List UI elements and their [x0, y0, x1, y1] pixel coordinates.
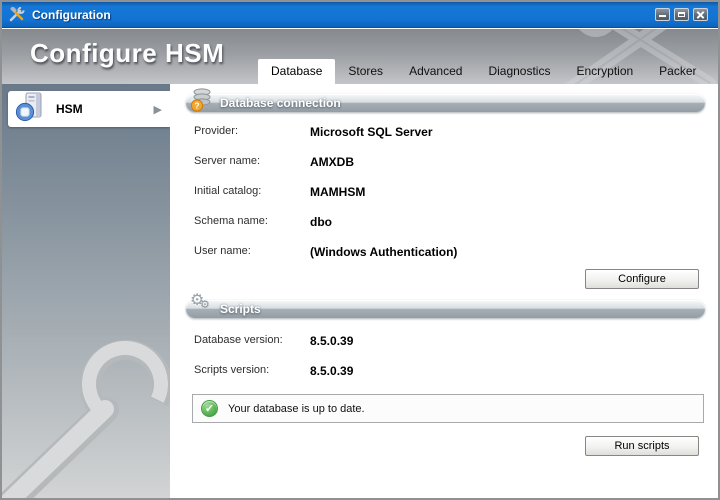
- header: Configure HSM Database Stores Advanced D…: [2, 29, 718, 84]
- tab-database[interactable]: Database: [258, 59, 335, 84]
- server-name-value: AMXDB: [310, 155, 354, 169]
- database-version-label: Database version:: [194, 334, 283, 346]
- maximize-button[interactable]: [674, 8, 689, 21]
- tab-advanced[interactable]: Advanced: [396, 59, 475, 84]
- check-circle-icon: ✓: [201, 400, 218, 417]
- status-message: Your database is up to date.: [228, 403, 365, 415]
- tab-encryption[interactable]: Encryption: [563, 59, 646, 84]
- field-row: Scripts version: 8.5.0.39: [170, 364, 718, 378]
- initial-catalog-label: Initial catalog:: [194, 185, 261, 197]
- minimize-button[interactable]: [655, 8, 670, 21]
- field-row: Provider: Microsoft SQL Server: [170, 125, 718, 139]
- minimize-icon: [659, 15, 666, 17]
- tab-diagnostics[interactable]: Diagnostics: [475, 59, 563, 84]
- main-panel: ? Database connection Provider: Microsof…: [170, 84, 718, 498]
- sidebar-item-hsm[interactable]: HSM ▶: [8, 91, 170, 127]
- schema-name-label: Schema name:: [194, 215, 268, 227]
- provider-label: Provider:: [194, 125, 238, 137]
- question-icon: ?: [194, 101, 199, 111]
- section-title: Database connection: [220, 96, 341, 110]
- section-title: Scripts: [220, 302, 261, 316]
- scripts-version-value: 8.5.0.39: [310, 364, 353, 378]
- scripts-section-header: ⚙ ⚙ Scripts: [186, 300, 705, 318]
- tab-packer[interactable]: Packer: [646, 59, 709, 84]
- database-icon: ?: [190, 87, 214, 118]
- tab-strip: Database Stores Advanced Diagnostics Enc…: [258, 59, 718, 84]
- status-message-box: ✓ Your database is up to date.: [192, 394, 704, 423]
- sidebar-item-label: HSM: [56, 102, 83, 116]
- scripts-version-label: Scripts version:: [194, 364, 269, 376]
- database-connection-section-header: ? Database connection: [186, 94, 705, 112]
- wrench-watermark: [2, 324, 170, 498]
- configure-button[interactable]: Configure: [585, 269, 699, 289]
- initial-catalog-value: MAMHSM: [310, 185, 365, 199]
- window-controls: [655, 8, 712, 21]
- chevron-right-icon: ▶: [154, 103, 162, 116]
- database-version-value: 8.5.0.39: [310, 334, 353, 348]
- tab-stores[interactable]: Stores: [335, 59, 396, 84]
- schema-name-value: dbo: [310, 215, 332, 229]
- field-row: User name: (Windows Authentication): [170, 245, 718, 259]
- titlebar: Configuration: [2, 2, 718, 28]
- configuration-window: Configuration Configure HSM Database Sto…: [0, 0, 720, 500]
- provider-value: Microsoft SQL Server: [310, 125, 432, 139]
- gears-icon: ⚙ ⚙: [190, 290, 216, 316]
- field-row: Initial catalog: MAMHSM: [170, 185, 718, 199]
- user-name-label: User name:: [194, 245, 251, 257]
- window-title: Configuration: [32, 8, 111, 22]
- server-name-label: Server name:: [194, 155, 260, 167]
- page-title: Configure HSM: [30, 38, 224, 69]
- sidebar: HSM ▶: [2, 84, 170, 498]
- run-scripts-button[interactable]: Run scripts: [585, 436, 699, 456]
- tab-tasks[interactable]: Tasks: [710, 59, 718, 84]
- field-row: Database version: 8.5.0.39: [170, 334, 718, 348]
- field-row: Schema name: dbo: [170, 215, 718, 229]
- maximize-icon: [678, 12, 685, 17]
- user-name-value: (Windows Authentication): [310, 245, 457, 259]
- field-row: Server name: AMXDB: [170, 155, 718, 169]
- close-button[interactable]: [693, 8, 708, 21]
- tools-icon: [8, 7, 26, 23]
- hsm-server-icon: [14, 91, 48, 128]
